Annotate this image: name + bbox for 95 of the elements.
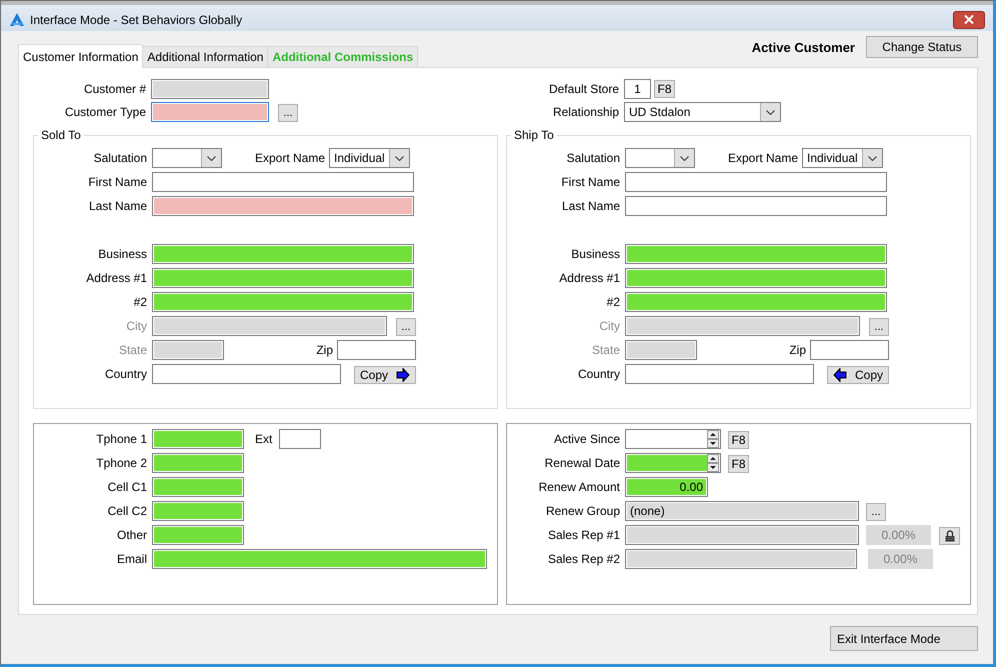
text-field[interactable]: [625, 292, 887, 312]
field-label: Last Name: [560, 199, 620, 213]
text-field[interactable]: [152, 477, 244, 497]
chevron-down-icon: [868, 156, 877, 160]
text-field[interactable]: [152, 268, 414, 288]
dropdown[interactable]: [152, 148, 222, 168]
text-field[interactable]: [152, 172, 414, 192]
field-label: City: [598, 319, 620, 333]
chevron-down-icon: [395, 156, 404, 160]
field-label: Customer #: [82, 82, 146, 96]
field-label: Export Name: [726, 151, 798, 165]
text-field[interactable]: 1: [624, 79, 651, 99]
field-label: Tphone 2: [95, 456, 147, 470]
field-label: Cell C1: [106, 480, 147, 494]
text-field[interactable]: [625, 244, 887, 264]
field-label: Sales Rep #1: [546, 528, 620, 542]
field-label: Cell C2: [106, 504, 147, 518]
copy-button[interactable]: Copy: [827, 366, 889, 384]
field-label: Business: [97, 247, 147, 261]
window-title: Interface Mode - Set Behaviors Globally: [30, 12, 242, 26]
dropdown[interactable]: [625, 148, 695, 168]
date-field[interactable]: [625, 453, 721, 473]
field-label: Renew Group: [544, 504, 620, 518]
field-label: State: [118, 343, 147, 357]
date-field[interactable]: [625, 429, 721, 449]
text-field[interactable]: [151, 102, 269, 122]
field-label: Sales Rep #2: [546, 552, 620, 566]
dropdown[interactable]: UD Stdalon: [624, 102, 781, 122]
exit-button[interactable]: Exit Interface Mode: [830, 626, 978, 651]
field-label: Address #1: [558, 271, 620, 285]
lock-icon: [944, 530, 956, 542]
text-field[interactable]: [152, 549, 487, 569]
text-field[interactable]: [152, 292, 414, 312]
field-label: Relationship: [552, 105, 619, 119]
text-field[interactable]: [152, 453, 244, 473]
group-title: Ship To: [513, 128, 555, 142]
dropdown[interactable]: Individual: [802, 148, 883, 168]
chevron-down-icon: [766, 110, 775, 114]
text-field[interactable]: [625, 172, 887, 192]
chevron-down-icon: [680, 156, 689, 160]
field-label: Other: [116, 528, 147, 542]
text-field[interactable]: [625, 196, 887, 216]
shortcut-button[interactable]: F8: [728, 431, 749, 449]
field-label: Salutation: [92, 151, 147, 165]
field-label: #2: [606, 295, 620, 309]
field-label: First Name: [87, 175, 147, 189]
status-label: Active Customer: [752, 40, 855, 54]
field-label: Tphone 1: [95, 432, 147, 446]
tab[interactable]: Additional Information: [142, 46, 268, 67]
field-label: Default Store: [548, 82, 619, 96]
text-field[interactable]: [279, 429, 322, 449]
text-field[interactable]: 0.00: [625, 477, 708, 497]
spinner-icon: [707, 430, 719, 448]
text-field[interactable]: [810, 340, 889, 360]
field-label: Renewal Date: [544, 456, 620, 470]
field-label: Email: [116, 552, 147, 566]
field-label: Address #1: [85, 271, 147, 285]
text-field[interactable]: [152, 525, 244, 545]
spinner-icon: [707, 454, 719, 472]
tab[interactable]: Customer Information: [18, 44, 144, 68]
text-field[interactable]: [152, 429, 244, 449]
field-label: First Name: [560, 175, 620, 189]
text-field[interactable]: [337, 340, 416, 360]
field-label: Ext: [255, 432, 272, 446]
field-label: #2: [132, 295, 147, 309]
field-label: Active Since: [552, 432, 620, 446]
dropdown[interactable]: Individual: [329, 148, 410, 168]
app-icon: [9, 12, 25, 28]
field-label: Last Name: [88, 199, 147, 213]
text-field[interactable]: [152, 364, 341, 384]
field-label: Country: [104, 367, 147, 381]
shortcut-button[interactable]: F8: [728, 455, 749, 473]
group-title: Sold To: [40, 128, 82, 142]
text-field[interactable]: [152, 196, 414, 216]
field-label: Zip: [315, 343, 333, 357]
field-label: Renew Amount: [538, 480, 620, 494]
lookup-button[interactable]: ...: [278, 104, 298, 122]
field-label: City: [125, 319, 147, 333]
copy-button[interactable]: Copy: [354, 366, 416, 384]
text-field[interactable]: [625, 268, 887, 288]
field-label: State: [590, 343, 620, 357]
shortcut-button[interactable]: F8: [654, 80, 675, 98]
close-icon: [964, 15, 974, 24]
text-field[interactable]: [152, 501, 244, 521]
field-label: Customer Type: [64, 105, 146, 119]
chevron-down-icon: [207, 156, 216, 160]
field-label: Country: [576, 367, 620, 381]
field-label: Salutation: [566, 151, 620, 165]
text-field[interactable]: [625, 364, 814, 384]
change-status-button[interactable]: Change Status: [866, 36, 978, 58]
field-label: Export Name: [254, 151, 325, 165]
text-field[interactable]: [152, 244, 414, 264]
close-button[interactable]: [953, 10, 985, 28]
field-label: Zip: [788, 343, 806, 357]
field-label: Business: [570, 247, 620, 261]
